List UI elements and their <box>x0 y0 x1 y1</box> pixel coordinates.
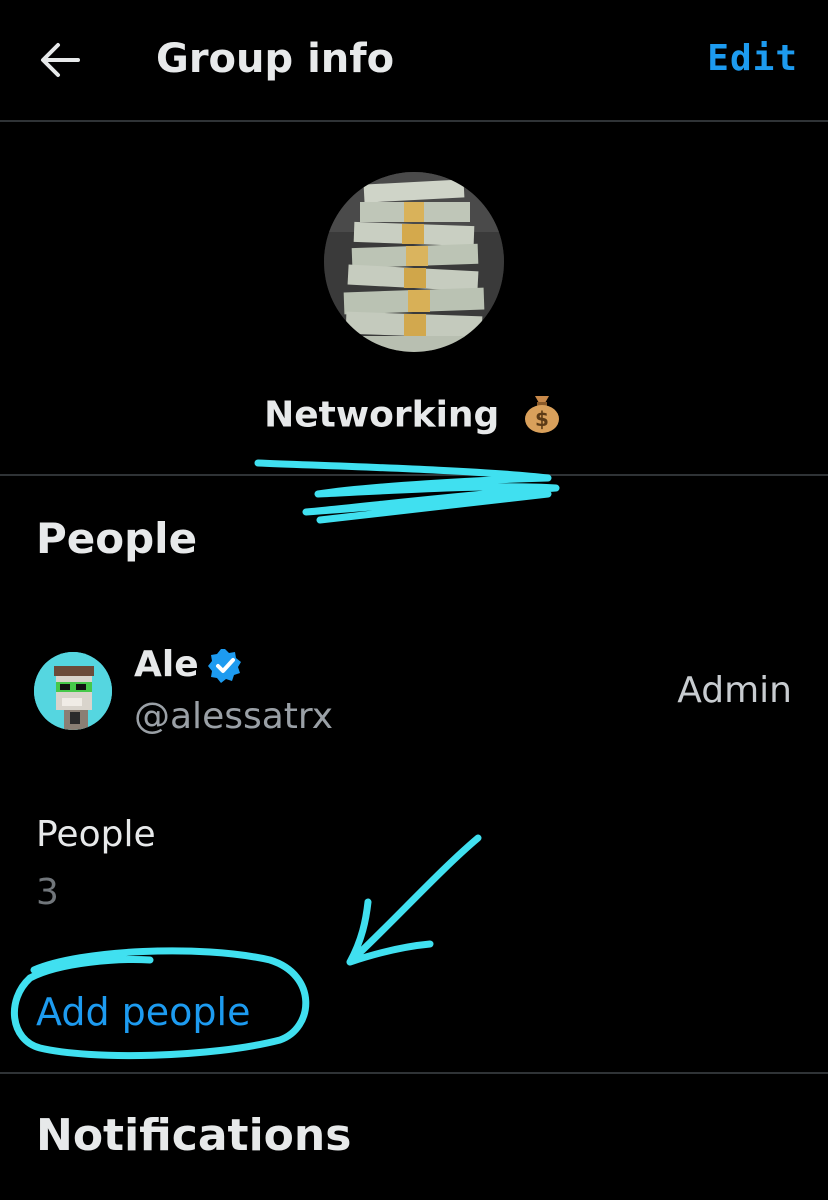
group-avatar-image <box>324 172 504 352</box>
people-section-title: People <box>36 514 198 563</box>
svg-text:$: $ <box>535 407 549 431</box>
member-role: Admin <box>677 670 792 711</box>
group-name-text: Networking <box>264 394 500 436</box>
annotation-underline <box>254 459 560 524</box>
add-people-button[interactable]: Add people <box>36 990 250 1034</box>
page-title: Group info <box>156 36 395 82</box>
group-avatar[interactable] <box>324 172 504 352</box>
people-count-label: People <box>36 814 156 855</box>
header-divider <box>0 120 828 122</box>
section-divider-2 <box>0 1072 828 1074</box>
verified-badge-icon <box>205 646 245 686</box>
people-count-value: 3 <box>36 872 59 913</box>
edit-button[interactable]: Edit <box>707 38 798 79</box>
notifications-section-title: Notifications <box>36 1110 352 1161</box>
member-handle: @alessatrx <box>134 696 334 737</box>
annotation-arrow <box>346 834 482 966</box>
avatar-image <box>34 652 112 730</box>
arrow-left-icon <box>41 43 80 77</box>
money-bag-icon: $ <box>520 390 564 443</box>
group-name: Networking $ <box>0 390 828 443</box>
back-button[interactable] <box>30 30 90 90</box>
avatar[interactable] <box>34 652 112 730</box>
member-name[interactable]: Ale <box>134 644 199 685</box>
section-divider <box>0 474 828 476</box>
